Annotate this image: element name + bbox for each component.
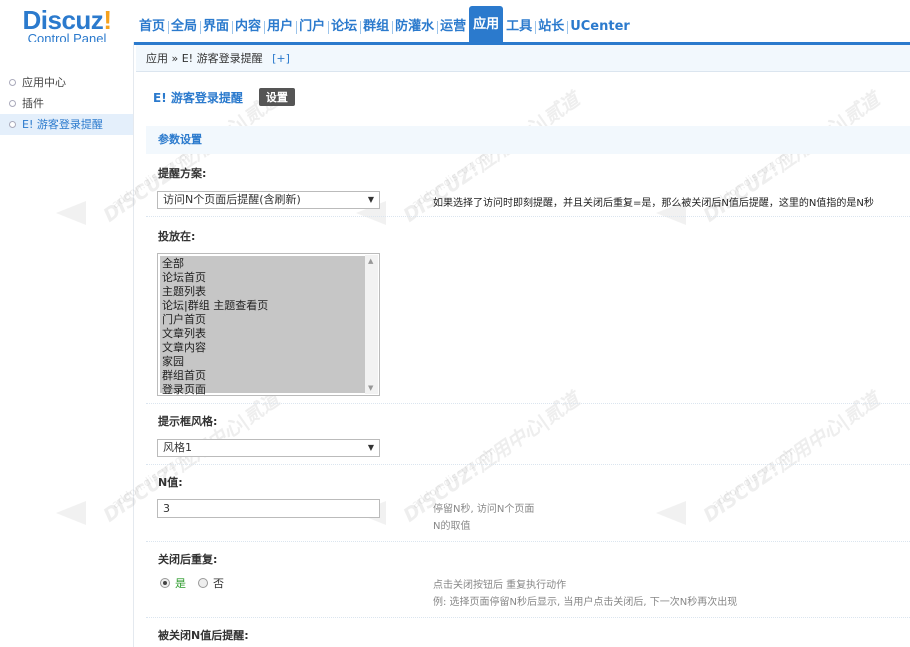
list-item[interactable]: 登录页面 [162,383,363,397]
logo-wordmark: Discuz! [22,5,112,35]
main-content: DISCUZ!应用中心|贰道 addon.discuz.com DISCUZ!应用… [56,73,910,647]
nav-item-users[interactable]: 用户 [264,12,296,42]
scheme-label: 提醒方案: [158,167,207,180]
list-item[interactable]: 门户首页 [162,313,363,327]
n-value-input[interactable]: 3 [157,499,380,518]
style-select[interactable]: 风格1 ▼ [157,439,380,457]
nav-item-ucenter[interactable]: UCenter [567,12,633,42]
scroll-up-icon[interactable]: ▲ [368,257,373,265]
nav-item-operations[interactable]: 运营 [437,12,469,42]
scroll-down-icon[interactable]: ▼ [368,384,373,392]
list-item[interactable]: 论坛首页 [162,271,363,285]
list-item[interactable]: 家园 [162,355,363,369]
list-item[interactable]: 群组首页 [162,369,363,383]
nav-item-interface[interactable]: 界面 [200,12,232,42]
nav-item-home[interactable]: 首页 [136,12,168,42]
placement-label: 投放在: [158,230,196,243]
breadcrumb-path: 应用 » E! 游客登录提醒 [146,52,263,65]
scrollbar[interactable]: ▲ ▼ [365,255,378,394]
list-item[interactable]: 文章内容 [162,341,363,355]
sidebar-item-app-center[interactable]: 应用中心 [0,72,133,93]
top-nav: 首页 全局 界面 内容 用户 门户 论坛 群组 防灌水 运营 应用 工具 站长 … [136,6,633,42]
list-item[interactable]: 文章列表 [162,327,363,341]
sidebar: 应用中心 插件 E! 游客登录提醒 [0,42,134,647]
header: Discuz! Control Panel 首页 全局 界面 内容 用户 门户 … [0,0,910,45]
placement-multiselect[interactable]: 全部 论坛首页 主题列表 论坛|群组 主题查看页 门户首页 文章列表 文章内容 … [157,253,380,396]
list-item[interactable]: 全部 [162,257,363,271]
scheme-select[interactable]: 访问N个页面后提醒(含刷新) ▼ [157,191,380,209]
page-title: E! 游客登录提醒 [153,90,243,105]
repeat-tip: 点击关闭按钮后 重复执行动作 例: 选择页面停留N秒后显示, 当用户点击关闭后,… [433,580,738,608]
sidebar-item-guest-login-reminder[interactable]: E! 游客登录提醒 [0,114,133,135]
watermark: DISCUZ!应用中心|贰道 addon.discuz.com [656,389,884,533]
repeat-no-radio[interactable] [198,578,208,588]
chevron-down-icon: ▼ [367,195,374,204]
add-to-favorites-link[interactable]: [+] [272,52,290,65]
repeat-label: 关闭后重复: [158,553,218,566]
repeat-yes-radio[interactable] [160,578,170,588]
chevron-down-icon: ▼ [367,443,374,452]
breadcrumb: 应用 » E! 游客登录提醒 [+] [136,45,910,72]
sidebar-item-plugins[interactable]: 插件 [0,93,133,114]
list-item[interactable]: 论坛|群组 主题查看页 [162,299,363,313]
nav-item-antispam[interactable]: 防灌水 [392,12,437,42]
tab-settings[interactable]: 设置 [258,88,295,106]
repeat-yes-label[interactable]: 是 [175,575,186,591]
after-close-label: 被关闭N值后提醒: [158,629,249,642]
nav-item-global[interactable]: 全局 [168,12,200,42]
list-item[interactable]: 主题列表 [162,285,363,299]
style-label: 提示框风格: [158,415,218,428]
n-value-tip: 停留N秒, 访问N个页面 N的取值 [433,504,535,532]
nav-item-portal[interactable]: 门户 [296,12,328,42]
discuz-logo[interactable]: Discuz! Control Panel [0,0,134,45]
page-header: E! 游客登录提醒 设置 [153,87,295,107]
nav-item-forum[interactable]: 论坛 [328,12,360,42]
repeat-radio-group: 是 否 [160,575,224,591]
nav-item-admin[interactable]: 站长 [535,12,567,42]
nav-item-groups[interactable]: 群组 [360,12,392,42]
n-value-label: N值: [158,476,183,489]
nav-item-tools[interactable]: 工具 [503,12,535,42]
nav-item-content[interactable]: 内容 [232,12,264,42]
section-header: 参数设置 [146,126,910,154]
repeat-no-label[interactable]: 否 [213,575,224,591]
nav-item-apps[interactable]: 应用 [469,6,504,42]
scheme-tip: 如果选择了访问时即刻提醒，并且关闭后重复=是，那么被关闭后N值后提醒，这里的N值… [433,198,874,209]
